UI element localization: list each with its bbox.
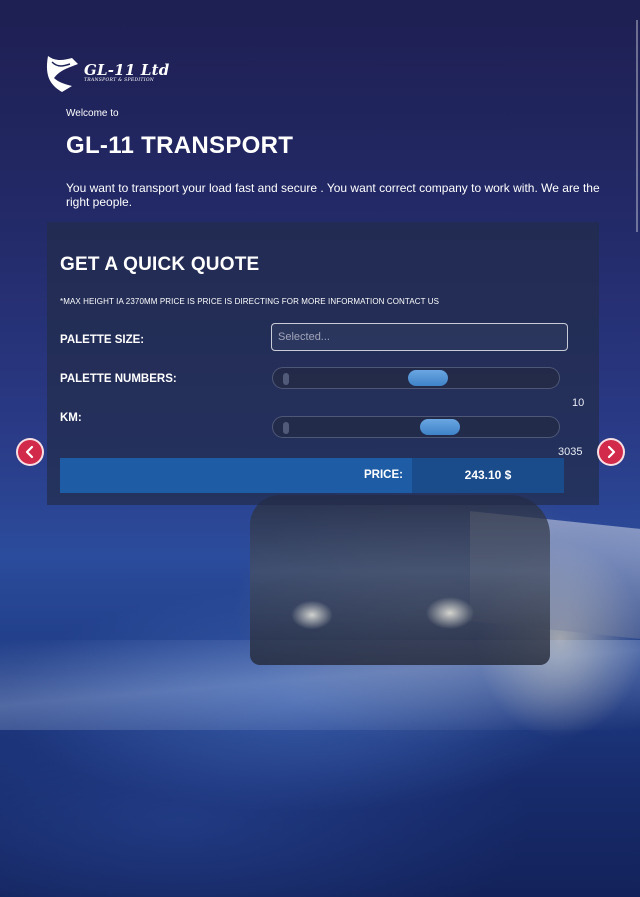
quick-quote-panel: GET A QUICK QUOTE *MAX HEIGHT IA 2370MM … <box>47 222 599 505</box>
edge-divider <box>636 20 638 232</box>
km-handle[interactable] <box>420 419 461 435</box>
palette-numbers-value: 10 <box>572 397 585 409</box>
road-swoosh-icon <box>42 52 82 94</box>
km-slider[interactable] <box>272 416 560 438</box>
price-bar: PRICE: 243.10 $ <box>60 458 564 493</box>
palette-numbers-handle[interactable] <box>408 370 449 386</box>
quote-title: GET A QUICK QUOTE <box>60 254 260 275</box>
slider-min-mark <box>283 422 289 434</box>
company-logo[interactable]: GL-11 Ltd TRANSPORT & SPEDITION <box>42 52 169 94</box>
hero-title: GL-11 TRANSPORT <box>66 132 294 159</box>
carousel-next-button[interactable] <box>597 438 625 466</box>
carousel-prev-button[interactable] <box>16 438 44 466</box>
chevron-left-icon <box>25 445 34 459</box>
km-label: KM: <box>60 412 82 424</box>
truck-image <box>250 495 550 665</box>
palette-numbers-slider[interactable] <box>272 367 560 389</box>
hero-description: You want to transport your load fast and… <box>66 181 600 209</box>
welcome-text: Welcome to <box>66 108 119 119</box>
km-value: 3035 <box>558 446 583 458</box>
price-label: PRICE: <box>364 469 403 481</box>
quote-note: *MAX HEIGHT IA 2370MM PRICE IS PRICE IS … <box>60 297 440 306</box>
palette-numbers-label: PALETTE NUMBERS: <box>60 373 177 385</box>
palette-size-select[interactable]: Selected... <box>271 323 568 351</box>
price-value: 243.10 $ <box>412 458 564 493</box>
logo-name: GL-11 Ltd <box>84 61 170 79</box>
slider-min-mark <box>283 373 289 385</box>
palette-size-label: PALETTE SIZE: <box>60 334 145 346</box>
chevron-right-icon <box>607 445 616 459</box>
